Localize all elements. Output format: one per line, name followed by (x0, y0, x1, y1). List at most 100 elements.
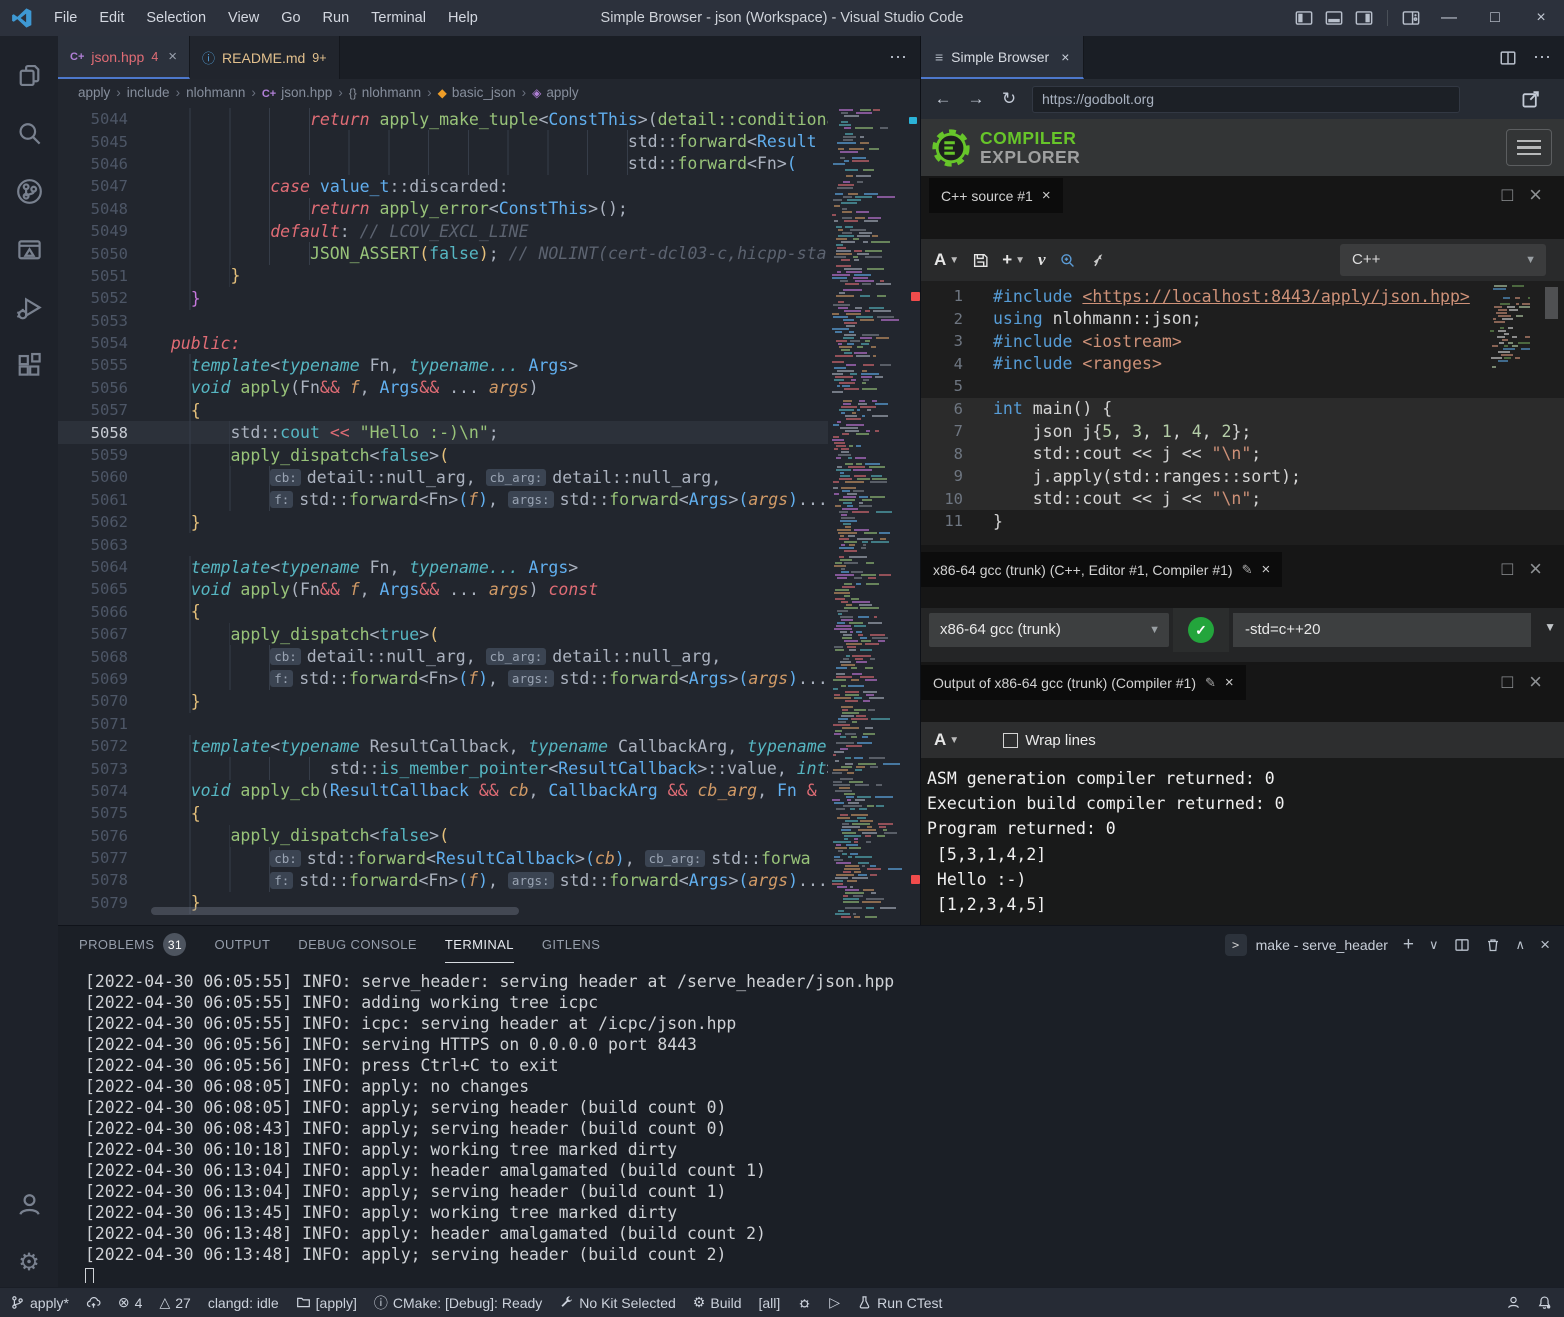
code-line-5061[interactable]: 5061f:std::forward<Fn>(f), args:std::for… (58, 489, 828, 511)
godbolt-line-5[interactable]: 5 (921, 375, 1564, 398)
status-item-cloud[interactable] (86, 1295, 101, 1310)
breadcrumb-item[interactable]: ◈apply (532, 85, 579, 100)
source-pane-tab[interactable]: C++ source #1 × (929, 178, 1063, 213)
wrap-lines-checkbox[interactable] (1003, 733, 1018, 748)
status-item-build[interactable]: ⚙Build (693, 1294, 742, 1311)
godbolt-line-3[interactable]: 3#include <iostream> (921, 330, 1564, 353)
code-line-5067[interactable]: 5067apply_dispatch<true>( (58, 623, 828, 645)
godbolt-minimap[interactable] (1486, 285, 1530, 371)
status-item-4[interactable]: ⊗4 (118, 1294, 143, 1311)
godbolt-line-2[interactable]: 2using nlohmann::json; (921, 308, 1564, 331)
code-line-5070[interactable]: 5070} (58, 690, 828, 712)
rename-pane-icon[interactable]: ✎ (1205, 675, 1216, 691)
kill-terminal-icon[interactable] (1485, 937, 1501, 953)
code-line-5062[interactable]: 5062} (58, 511, 828, 533)
godbolt-line-11[interactable]: 11} (921, 510, 1564, 533)
search-icon[interactable] (0, 110, 58, 156)
menu-view[interactable]: View (217, 0, 270, 36)
menu-go[interactable]: Go (270, 0, 311, 36)
godbolt-line-7[interactable]: 7 json j{5, 3, 1, 4, 2}; (921, 420, 1564, 443)
code-line-5064[interactable]: 5064template<typename Fn, typename... Ar… (58, 556, 828, 578)
close-pane-icon[interactable]: × (1261, 561, 1270, 578)
compiler-select[interactable]: x86-64 gcc (trunk) ▼ (929, 613, 1169, 647)
panel-tab-problems[interactable]: PROBLEMS31 (79, 926, 186, 963)
panel-tab-output[interactable]: OUTPUT (214, 926, 270, 963)
godbolt-line-1[interactable]: 1#include <https://localhost:8443/apply/… (921, 285, 1564, 308)
panel-tab-terminal[interactable]: TERMINAL (445, 926, 514, 963)
tab-readme-md[interactable]: ⓘ README.md 9+ (190, 36, 340, 79)
code-line-5078[interactable]: 5078f:std::forward<Fn>(f), args:std::for… (58, 869, 828, 891)
close-pane-icon[interactable]: × (1225, 674, 1234, 691)
menu-run[interactable]: Run (312, 0, 361, 36)
maximize-pane-icon[interactable]: □ (1502, 559, 1513, 582)
quick-bench-icon[interactable] (1089, 252, 1106, 269)
code-line-5068[interactable]: 5068cb:detail::null_arg, cb_arg:detail::… (58, 645, 828, 667)
toggle-primary-sidebar-icon[interactable] (1295, 9, 1313, 27)
panel-tab-debug-console[interactable]: DEBUG CONSOLE (298, 926, 417, 963)
settings-gear-icon[interactable]: ⚙ (0, 1239, 58, 1285)
forward-icon[interactable]: → (965, 89, 987, 109)
terminal[interactable]: [2022-04-30 06:05:55] INFO: serve_header… (85, 971, 1560, 1283)
code-line-5056[interactable]: 5056void apply(Fn&& f, Args&& ... args) (58, 377, 828, 399)
code-line-5063[interactable]: 5063 (58, 533, 828, 555)
close-tab-icon[interactable]: × (168, 48, 177, 65)
code-line-5049[interactable]: 5049default: // LCOV_EXCL_LINE (58, 220, 828, 242)
vim-mode-icon[interactable]: v (1038, 250, 1046, 270)
minimap[interactable] (828, 105, 908, 925)
save-icon[interactable] (972, 252, 989, 269)
output-pane-tab[interactable]: Output of x86-64 gcc (trunk) (Compiler #… (921, 665, 1246, 700)
code-line-5053[interactable]: 5053 (58, 310, 828, 332)
code-line-5044[interactable]: 5044return apply_make_tuple<ConstThis>(d… (58, 108, 828, 130)
close-pane-icon[interactable]: × (1529, 556, 1542, 582)
status-item-all[interactable]: [all] (759, 1295, 781, 1311)
code-line-5058[interactable]: 5058std::cout << "Hello :-)\n"; (58, 421, 828, 443)
back-icon[interactable]: ← (932, 89, 954, 109)
compiler-options-input[interactable]: -std=c++20 (1233, 613, 1531, 647)
panel-tab-gitlens[interactable]: GITLENS (542, 926, 600, 963)
more-actions-icon[interactable]: ⋯ (1533, 47, 1552, 68)
godbolt-line-8[interactable]: 8 std::cout << j << "\n"; (921, 443, 1564, 466)
maximize-pane-icon[interactable]: □ (1502, 185, 1513, 208)
font-size-icon[interactable]: A▼ (934, 250, 959, 270)
horizontal-scrollbar[interactable] (151, 907, 519, 915)
code-line-5072[interactable]: 5072template<typename ResultCallback, ty… (58, 735, 828, 757)
chevron-down-icon[interactable]: ▼ (1544, 620, 1556, 634)
toggle-panel-icon[interactable] (1325, 9, 1343, 27)
status-item-apply[interactable]: apply* (10, 1295, 69, 1311)
breadcrumb-item[interactable]: C+json.hpp (262, 85, 332, 100)
code-line-5050[interactable]: 5050JSON_ASSERT(false); // NOLINT(cert-d… (58, 242, 828, 264)
menu-edit[interactable]: Edit (88, 0, 135, 36)
close-panel-icon[interactable]: × (1540, 935, 1550, 955)
customize-layout-icon[interactable] (1402, 9, 1420, 27)
status-item-cmake-debug-ready[interactable]: ⓘCMake: [Debug]: Ready (374, 1293, 542, 1313)
code-line-5054[interactable]: 5054public: (58, 332, 828, 354)
font-size-icon[interactable]: A▼ (934, 730, 959, 750)
code-line-5047[interactable]: 5047case value_t::discarded: (58, 175, 828, 197)
code-line-5076[interactable]: 5076apply_dispatch<false>( (58, 825, 828, 847)
code-line-5045[interactable]: 5045std::forward<Result (58, 130, 828, 152)
zoom-search-icon[interactable] (1059, 252, 1076, 269)
status-item-bug[interactable] (797, 1295, 812, 1310)
status-item-no-kit-selected[interactable]: No Kit Selected (559, 1295, 676, 1311)
breadcrumb-item[interactable]: {}nlohmann (349, 85, 421, 100)
menu-terminal[interactable]: Terminal (360, 0, 437, 36)
accounts-icon[interactable] (0, 1181, 58, 1227)
godbolt-line-9[interactable]: 9 j.apply(std::ranges::sort); (921, 465, 1564, 488)
maximize-button[interactable]: □ (1472, 0, 1518, 36)
language-select[interactable]: C++ ▼ (1340, 244, 1546, 276)
serve-header-panel-icon[interactable] (0, 226, 58, 272)
code-line-5069[interactable]: 5069f:std::forward<Fn>(f), args:std::for… (58, 668, 828, 690)
status-item-apply[interactable]: [apply] (296, 1295, 357, 1311)
extensions-icon[interactable] (0, 342, 58, 388)
maximize-pane-icon[interactable]: □ (1502, 672, 1513, 695)
new-terminal-icon[interactable]: + (1403, 934, 1414, 956)
status-item-bell[interactable] (1537, 1295, 1552, 1310)
godbolt-line-4[interactable]: 4#include <ranges> (921, 353, 1564, 376)
menu-selection[interactable]: Selection (135, 0, 217, 36)
reload-icon[interactable]: ↻ (998, 89, 1020, 109)
minimize-button[interactable]: — (1426, 0, 1472, 36)
code-line-5071[interactable]: 5071 (58, 713, 828, 735)
code-line-5066[interactable]: 5066{ (58, 601, 828, 623)
code-line-5065[interactable]: 5065void apply(Fn&& f, Args&& ... args) … (58, 578, 828, 600)
split-editor-icon[interactable] (1499, 49, 1517, 67)
